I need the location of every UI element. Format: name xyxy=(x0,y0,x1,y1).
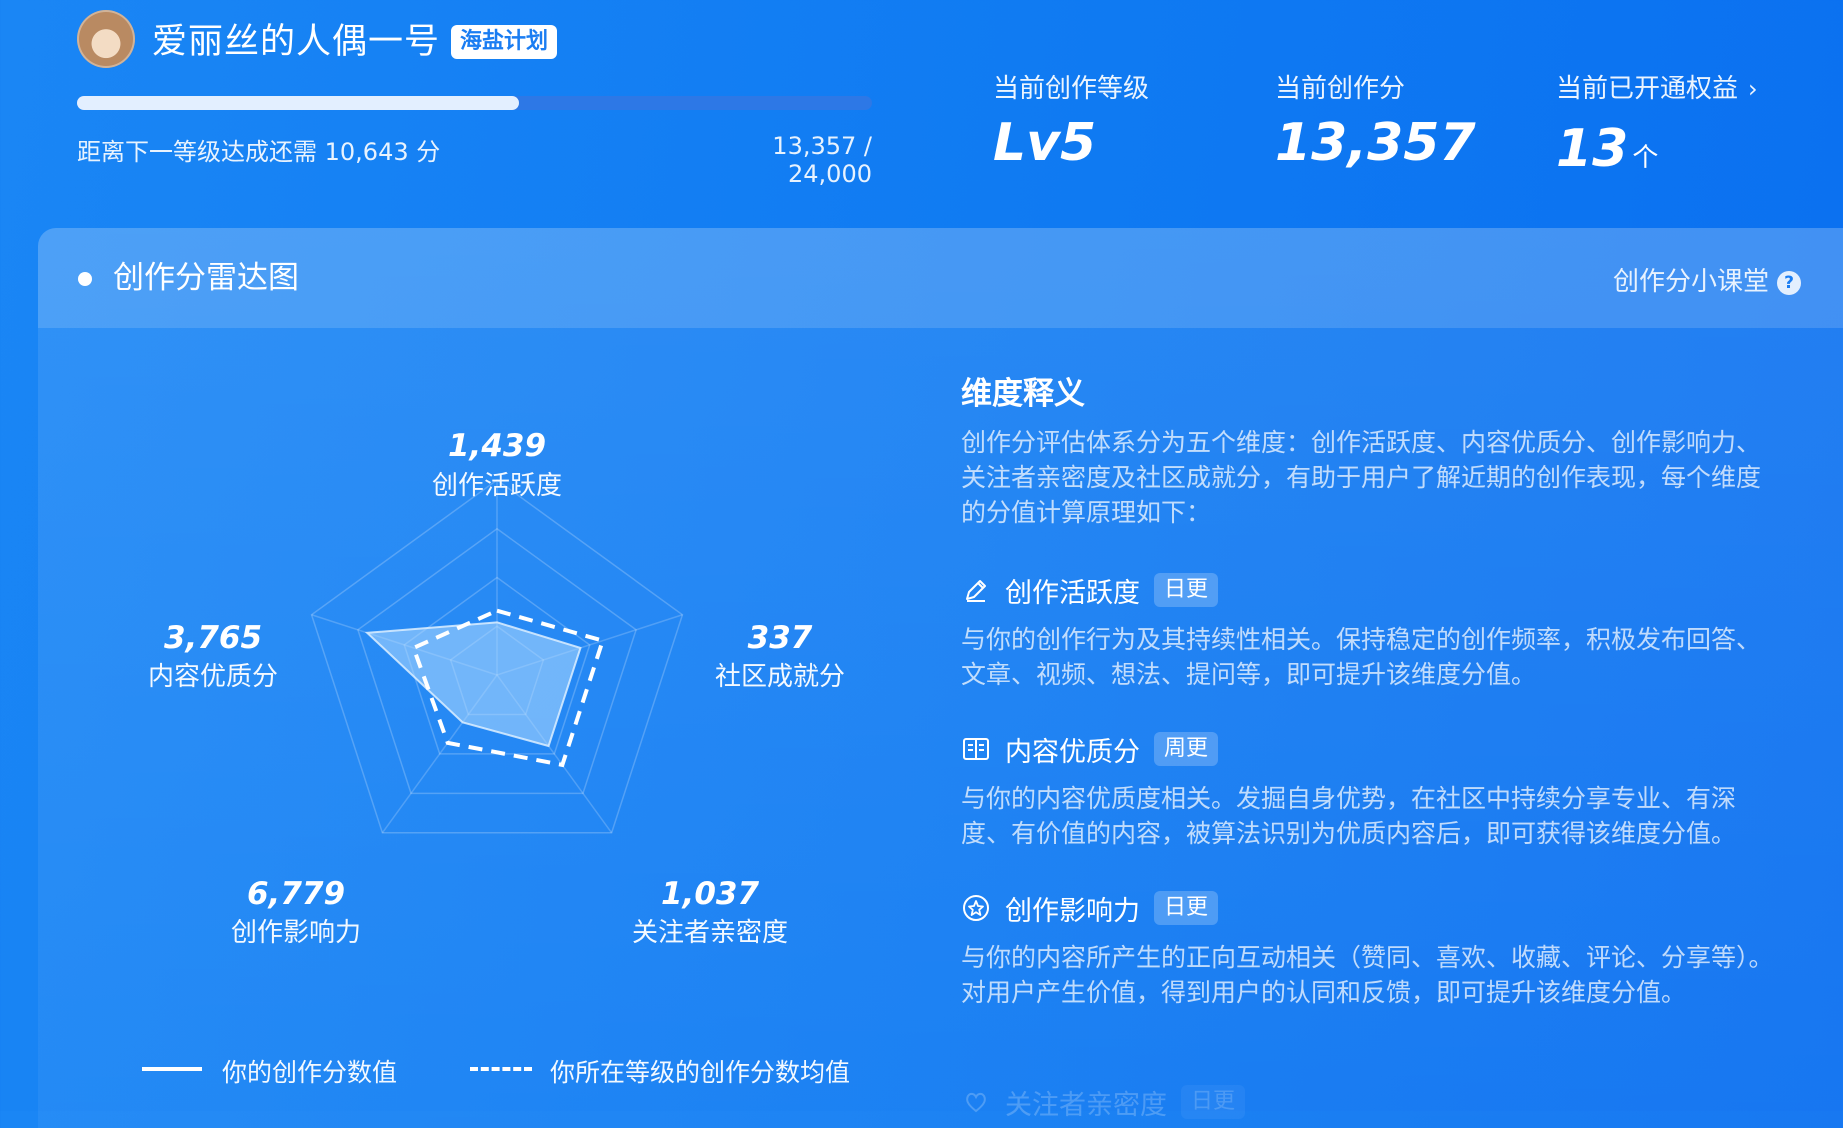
legend-solid-line-icon xyxy=(142,1067,202,1071)
radar-value-followers: 1,037 xyxy=(660,876,760,912)
heart-icon xyxy=(961,1087,991,1117)
level-progress-fill xyxy=(77,96,520,110)
dimension-desc: 与你的内容优质度相关。发掘自身优势，在社区中持续分享专业、有深度、有价值的内容，… xyxy=(961,784,1737,848)
dimension-influence: 创作影响力 日更 xyxy=(961,888,1219,928)
plan-badge[interactable]: 海盐计划 xyxy=(451,25,558,59)
radar-label-followers: 关注者亲密度 xyxy=(631,918,789,948)
dimension-desc: 与你的内容所产生的正向互动相关（赞同、喜欢、收藏、评论、分享等）。对用户产生价值… xyxy=(961,943,1774,1007)
explain-title: 维度释义 xyxy=(961,376,1085,412)
stat-score-label: 当前创作分 xyxy=(1275,74,1406,104)
stat-score: 当前创作分 13,357 xyxy=(1275,68,1476,173)
level-progress-bar xyxy=(77,96,872,110)
dimension-name: 创作影响力 xyxy=(1005,895,1140,927)
radar-value-quality: 3,765 xyxy=(163,620,263,656)
username: 爱丽丝的人偶一号 xyxy=(152,22,441,62)
legend-dashed-line-icon xyxy=(470,1067,532,1071)
question-icon: ? xyxy=(1777,271,1802,295)
update-tag: 周更 xyxy=(1154,732,1219,766)
radar-value-activity: 1,439 xyxy=(447,428,547,464)
update-tag: 日更 xyxy=(1181,1085,1246,1119)
radar-value-influence: 6,779 xyxy=(246,876,346,912)
dimension-name: 创作活跃度 xyxy=(1005,577,1140,609)
panel-header: 创作分雷达图 创作分小课堂? xyxy=(38,228,1843,328)
legend-average: 你所在等级的创作分数均值 xyxy=(550,1058,851,1087)
stat-level: 当前创作等级 Lv5 xyxy=(993,68,1149,173)
stat-level-value: Lv5 xyxy=(993,113,1097,173)
chevron-right-icon: › xyxy=(1748,75,1758,103)
progress-count: 13,357 / 24,000 xyxy=(772,132,872,188)
stat-level-label: 当前创作等级 xyxy=(993,74,1150,104)
radar-label-quality: 内容优质分 xyxy=(147,662,279,692)
stat-benefits-unit: 个 xyxy=(1632,143,1659,173)
bullet-dot-icon xyxy=(78,272,92,286)
stat-benefits[interactable]: 当前已开通权益 › 13 个 xyxy=(1556,68,1758,179)
dimension-name: 内容优质分 xyxy=(1005,736,1140,768)
panel-title: 创作分雷达图 xyxy=(113,260,299,296)
stat-benefits-value: 13 个 xyxy=(1556,119,1758,179)
star-icon xyxy=(961,893,991,923)
dimension-name: 关注者亲密度 xyxy=(1005,1089,1167,1121)
radar-value-community: 337 xyxy=(747,620,813,656)
dimension-quality: 内容优质分 周更 xyxy=(961,729,1219,769)
stat-benefits-label[interactable]: 当前已开通权益 › xyxy=(1556,68,1758,105)
avatar[interactable] xyxy=(77,10,135,68)
book-icon xyxy=(961,734,991,764)
dimension-followers: 关注者亲密度 日更 xyxy=(961,1082,1246,1122)
explain-intro: 创作分评估体系分为五个维度：创作活跃度、内容优质分、创作影响力、关注者亲密度及社… xyxy=(961,428,1762,527)
dimension-activity: 创作活跃度 日更 xyxy=(961,570,1219,610)
radar-label-community: 社区成就分 xyxy=(714,662,846,692)
stat-benefits-number: 13 xyxy=(1556,119,1629,179)
pencil-icon xyxy=(961,575,991,605)
stat-benefits-label-text: 当前已开通权益 xyxy=(1556,74,1739,104)
radar-label-influence: 创作影响力 xyxy=(230,918,362,948)
stat-score-value: 13,357 xyxy=(1275,113,1476,173)
dimension-desc: 与你的创作行为及其持续性相关。保持稳定的创作频率，积极发布回答、文章、视频、想法… xyxy=(961,625,1762,689)
update-tag: 日更 xyxy=(1154,573,1219,607)
radar-label-activity: 创作活跃度 xyxy=(431,471,563,501)
update-tag: 日更 xyxy=(1154,891,1219,925)
progress-note: 距离下一等级达成还需 10,643 分 xyxy=(77,138,441,166)
help-link[interactable]: 创作分小课堂? xyxy=(1613,261,1802,298)
legend-yours: 你的创作分数值 xyxy=(222,1058,398,1087)
help-link-label: 创作分小课堂 xyxy=(1613,267,1770,297)
